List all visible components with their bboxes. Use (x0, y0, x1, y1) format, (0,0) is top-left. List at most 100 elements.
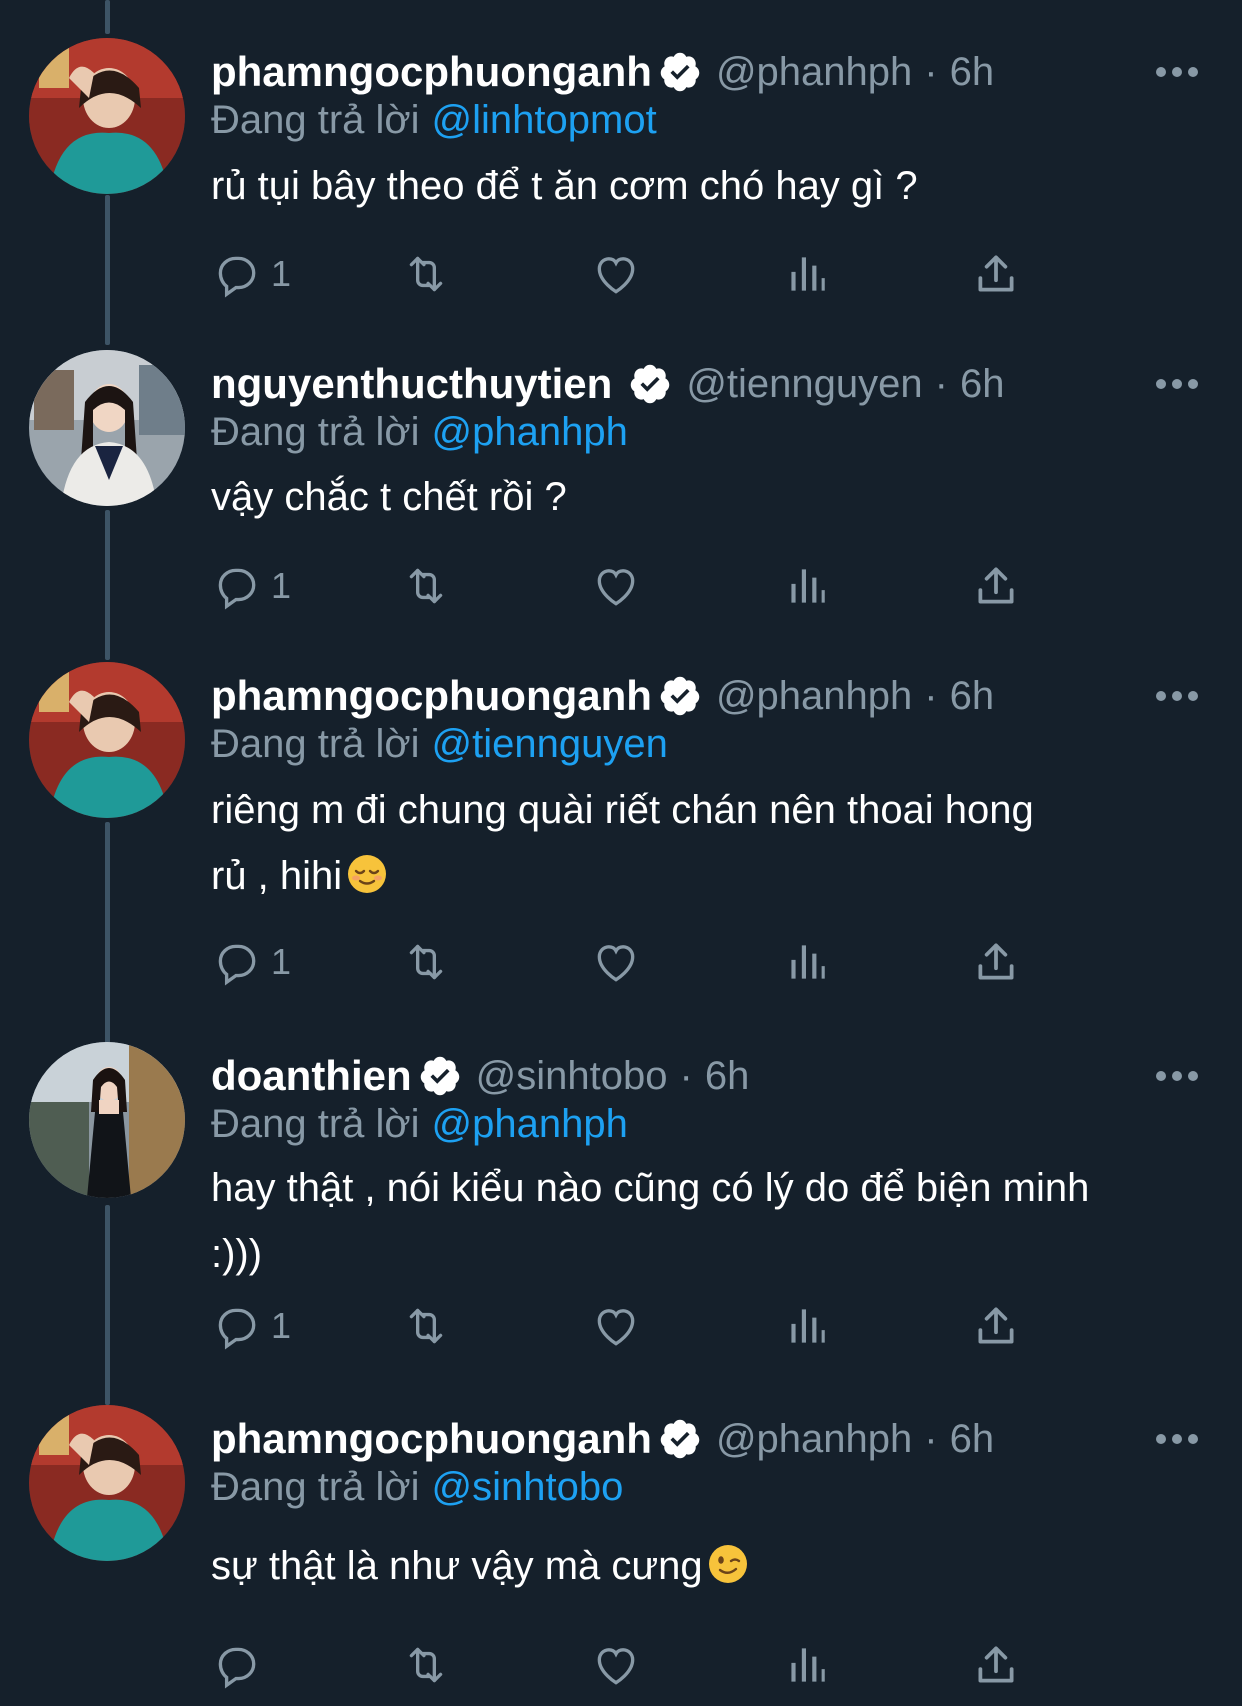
views-button[interactable] (781, 1637, 831, 1693)
timestamp[interactable]: 6h (950, 674, 995, 719)
views-button[interactable] (781, 1298, 831, 1354)
tweet-text: hay thật , nói kiểu nào cũng có lý do để… (211, 1155, 1221, 1287)
display-name[interactable]: phamngocphuonganh (211, 672, 652, 720)
reply-mention-link[interactable]: @linhtopmot (432, 98, 657, 142)
thread-connector-line (105, 822, 110, 1044)
views-button[interactable] (781, 246, 831, 302)
reply-mention-link[interactable]: @sinhtobo (432, 1465, 624, 1509)
tweet-text-content: sự thật là như vậy mà cưng (211, 1544, 703, 1588)
retweet-arrows-icon (409, 568, 443, 604)
heart-icon (597, 569, 635, 606)
timestamp[interactable]: 6h (950, 1417, 995, 1462)
more-horizontal-icon[interactable] (1152, 1062, 1202, 1090)
tweet-text: rủ tụi bây theo để t ăn cơm chó hay gì ? (211, 153, 1196, 219)
user-handle[interactable]: @phanhph (716, 1417, 912, 1462)
share-button[interactable] (971, 1637, 1021, 1693)
display-name[interactable]: doanthien (211, 1052, 412, 1100)
tweet-actions: 1 (211, 1298, 1111, 1354)
reply-button[interactable]: 1 (211, 934, 291, 990)
display-name[interactable]: phamngocphuonganh (211, 1415, 652, 1463)
display-name[interactable]: nguyenthucthuytien (211, 360, 612, 408)
user-handle[interactable]: @phanhph (716, 674, 912, 719)
retweet-arrows-icon (409, 944, 443, 980)
replying-to-line: Đang trả lời @sinhtobo (211, 1465, 623, 1510)
winking-face-emoji (707, 1539, 749, 1583)
more-horizontal-icon[interactable] (1152, 370, 1202, 398)
reply-button[interactable]: 1 (211, 246, 291, 302)
speech-bubble-icon (218, 1647, 256, 1689)
reply-mention-link[interactable]: @tiennguyen (432, 722, 668, 766)
timestamp[interactable]: 6h (960, 362, 1005, 407)
share-button[interactable] (971, 558, 1021, 614)
reply-button[interactable]: 1 (211, 1298, 291, 1354)
reply-count: 1 (271, 941, 292, 982)
like-button[interactable] (591, 934, 641, 990)
views-button[interactable] (781, 558, 831, 614)
like-button[interactable] (591, 1298, 641, 1354)
avatar[interactable] (29, 1405, 185, 1561)
retweet-button[interactable] (401, 1298, 451, 1354)
separator-dot: · (924, 49, 938, 94)
user-handle[interactable]: @sinhtobo (476, 1054, 668, 1099)
retweet-button[interactable] (401, 1637, 451, 1693)
separator-dot: · (934, 361, 948, 406)
views-button[interactable] (781, 934, 831, 990)
avatar[interactable] (29, 350, 185, 506)
replying-to-label: Đang trả lời (211, 1465, 420, 1509)
retweet-button[interactable] (401, 558, 451, 614)
reply-mention-link[interactable]: @phanhph (432, 410, 628, 454)
reply-count: 1 (271, 565, 292, 606)
more-horizontal-icon[interactable] (1152, 682, 1202, 710)
heart-icon (597, 945, 635, 982)
tweet-actions: 1 (211, 246, 1111, 302)
tweet-text: sự thật là như vậy mà cưng (211, 1533, 1196, 1599)
display-name[interactable]: phamngocphuonganh (211, 48, 652, 96)
bar-chart-icon (791, 257, 825, 291)
retweet-button[interactable] (401, 246, 451, 302)
share-upload-icon (978, 567, 1014, 604)
thread-connector-line (105, 0, 110, 34)
bar-chart-icon (791, 1309, 825, 1343)
replying-to-line: Đang trả lời @linhtopmot (211, 98, 657, 143)
like-button[interactable] (591, 1637, 641, 1693)
reply-count: 1 (271, 253, 292, 294)
share-button[interactable] (971, 1298, 1021, 1354)
timestamp[interactable]: 6h (950, 50, 995, 95)
separator-dot: · (924, 1416, 938, 1461)
separator-dot: · (679, 1053, 693, 1098)
reply-button[interactable]: 1 (211, 558, 291, 614)
replying-to-line: Đang trả lời @phanhph (211, 410, 628, 455)
bar-chart-icon (791, 945, 825, 979)
verified-badge-icon (418, 1054, 462, 1098)
retweet-arrows-icon (409, 1647, 443, 1683)
tweet-actions: 1 (211, 558, 1111, 614)
bar-chart-icon (791, 569, 825, 603)
replying-to-line: Đang trả lời @tiennguyen (211, 722, 668, 767)
thread-connector-line (105, 510, 110, 660)
share-upload-icon (978, 943, 1014, 980)
like-button[interactable] (591, 246, 641, 302)
avatar[interactable] (29, 662, 185, 818)
more-horizontal-icon[interactable] (1152, 58, 1202, 86)
verified-badge-icon (658, 674, 702, 718)
like-button[interactable] (591, 558, 641, 614)
user-handle[interactable]: @tiennguyen (686, 362, 922, 407)
heart-icon (597, 257, 635, 294)
share-button[interactable] (971, 246, 1021, 302)
more-horizontal-icon[interactable] (1152, 1425, 1202, 1453)
timestamp[interactable]: 6h (705, 1054, 750, 1099)
speech-bubble-icon (218, 1308, 256, 1350)
replying-to-label: Đang trả lời (211, 98, 420, 142)
avatar[interactable] (29, 1042, 185, 1198)
reply-mention-link[interactable]: @phanhph (432, 1102, 628, 1146)
avatar[interactable] (29, 38, 185, 194)
tweet-text-content: vậy chắc t chết rồi ? (211, 475, 567, 519)
user-handle[interactable]: @phanhph (716, 50, 912, 95)
reply-button[interactable] (211, 1637, 271, 1693)
retweet-button[interactable] (401, 934, 451, 990)
replying-to-label: Đang trả lời (211, 1102, 420, 1146)
tweet-text-content: hay thật , nói kiểu nào cũng có lý do để… (211, 1166, 1090, 1276)
replying-to-label: Đang trả lời (211, 722, 420, 766)
share-button[interactable] (971, 934, 1021, 990)
tweet-text-content: rủ tụi bây theo để t ăn cơm chó hay gì ? (211, 164, 918, 208)
